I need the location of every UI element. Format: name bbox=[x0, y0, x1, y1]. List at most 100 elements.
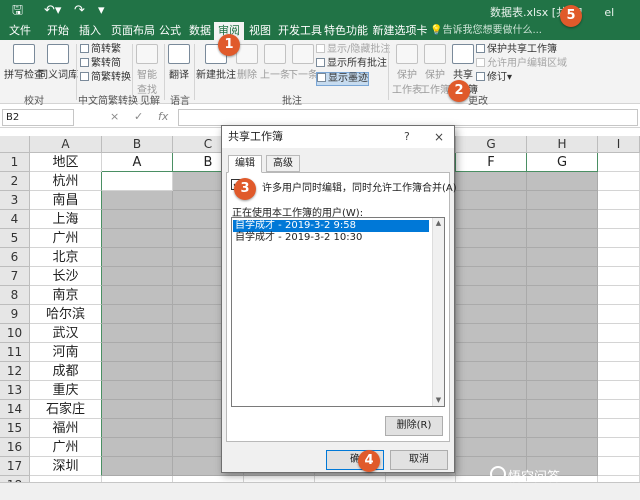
cell[interactable] bbox=[102, 362, 173, 381]
column-header[interactable]: B bbox=[102, 136, 173, 153]
next-comment-button[interactable]: 下一条 bbox=[288, 44, 318, 81]
tab-insert[interactable]: 插入 bbox=[76, 22, 104, 40]
cancel-button[interactable]: 取消 bbox=[390, 450, 448, 470]
cell[interactable] bbox=[598, 305, 640, 324]
cell[interactable] bbox=[598, 248, 640, 267]
row-header[interactable]: 4 bbox=[0, 210, 30, 229]
cell[interactable] bbox=[527, 324, 598, 343]
tab-data[interactable]: 数据 bbox=[186, 22, 214, 40]
row-header[interactable]: 3 bbox=[0, 191, 30, 210]
cell[interactable] bbox=[527, 438, 598, 457]
tab-page-layout[interactable]: 页面布局 bbox=[108, 22, 158, 40]
row-header[interactable]: 15 bbox=[0, 419, 30, 438]
list-item[interactable]: 自学成才 - 2019-3-2 9:58 bbox=[233, 220, 429, 232]
cell[interactable] bbox=[598, 438, 640, 457]
tab-special[interactable]: 特色功能 bbox=[324, 22, 368, 40]
list-item[interactable]: 自学成才 - 2019-3-2 10:30 bbox=[233, 232, 429, 244]
cell[interactable]: A bbox=[102, 153, 173, 172]
customize-icon[interactable]: ▾ bbox=[98, 3, 105, 19]
formula-input[interactable] bbox=[178, 109, 638, 126]
cell[interactable]: 武汉 bbox=[30, 324, 102, 343]
cell[interactable]: 石家庄 bbox=[30, 400, 102, 419]
cell[interactable] bbox=[456, 229, 527, 248]
cell[interactable] bbox=[456, 191, 527, 210]
show-ink-button[interactable]: 显示墨迹 bbox=[316, 72, 369, 86]
column-header[interactable]: G bbox=[456, 136, 527, 153]
cell[interactable] bbox=[456, 286, 527, 305]
remove-user-button[interactable]: 删除(R) bbox=[385, 416, 443, 436]
redo-icon[interactable]: ↷ bbox=[74, 3, 85, 19]
tab-home[interactable]: 开始 bbox=[44, 22, 72, 40]
row-header[interactable]: 10 bbox=[0, 324, 30, 343]
cell[interactable]: 成都 bbox=[30, 362, 102, 381]
allow-edit-ranges-button[interactable]: 允许用户编辑区域 bbox=[476, 58, 567, 70]
users-list[interactable]: 自学成才 - 2019-3-2 9:58 自学成才 - 2019-3-2 10:… bbox=[231, 217, 445, 407]
cell[interactable] bbox=[598, 191, 640, 210]
show-hide-comment-button[interactable]: 显示/隐藏批注 bbox=[316, 44, 390, 56]
cell[interactable] bbox=[102, 172, 173, 191]
name-box[interactable]: B2 bbox=[2, 109, 74, 126]
cell[interactable]: 重庆 bbox=[30, 381, 102, 400]
cell[interactable] bbox=[527, 362, 598, 381]
row-header[interactable]: 12 bbox=[0, 362, 30, 381]
translate-button[interactable]: 翻译 bbox=[168, 44, 190, 81]
cell[interactable] bbox=[102, 248, 173, 267]
cell[interactable]: 地区 bbox=[30, 153, 102, 172]
cell[interactable] bbox=[456, 400, 527, 419]
cell[interactable] bbox=[102, 229, 173, 248]
cancel-icon[interactable]: × bbox=[110, 110, 119, 123]
cell[interactable]: 广州 bbox=[30, 229, 102, 248]
cell[interactable] bbox=[598, 457, 640, 476]
cell[interactable] bbox=[456, 381, 527, 400]
row-header[interactable]: 7 bbox=[0, 267, 30, 286]
cell[interactable] bbox=[456, 248, 527, 267]
cell[interactable] bbox=[456, 362, 527, 381]
function-icon[interactable]: fx bbox=[158, 110, 168, 123]
cell[interactable]: 福州 bbox=[30, 419, 102, 438]
column-header[interactable]: H bbox=[527, 136, 598, 153]
cell[interactable]: 长沙 bbox=[30, 267, 102, 286]
cell[interactable] bbox=[102, 457, 173, 476]
cell[interactable] bbox=[598, 172, 640, 191]
cell[interactable]: 北京 bbox=[30, 248, 102, 267]
cell[interactable]: 南昌 bbox=[30, 191, 102, 210]
tab-new[interactable]: 新建选项卡 bbox=[372, 22, 428, 40]
tab-formulas[interactable]: 公式 bbox=[156, 22, 184, 40]
tab-file[interactable]: 文件 bbox=[6, 22, 34, 40]
cell[interactable] bbox=[102, 324, 173, 343]
cell[interactable] bbox=[456, 210, 527, 229]
cell[interactable] bbox=[456, 305, 527, 324]
cell[interactable] bbox=[456, 267, 527, 286]
cell[interactable] bbox=[102, 343, 173, 362]
track-changes-button[interactable]: 修订▾ bbox=[476, 72, 512, 84]
cell[interactable] bbox=[102, 191, 173, 210]
close-button[interactable]: × bbox=[434, 126, 444, 148]
cell[interactable] bbox=[102, 210, 173, 229]
row-header[interactable]: 14 bbox=[0, 400, 30, 419]
cell[interactable] bbox=[598, 324, 640, 343]
cell[interactable] bbox=[598, 400, 640, 419]
tab-edit[interactable]: 编辑 bbox=[228, 155, 262, 173]
cell[interactable] bbox=[598, 419, 640, 438]
protect-share-button[interactable]: 保护共享工作簿 bbox=[476, 44, 557, 56]
select-all-corner[interactable] bbox=[0, 136, 30, 153]
cell[interactable] bbox=[456, 419, 527, 438]
to-simplified-button[interactable]: 繁转简 bbox=[80, 58, 121, 70]
show-all-comments-button[interactable]: 显示所有批注 bbox=[316, 58, 387, 70]
protect-sheet-button[interactable]: 保护 工作表 bbox=[392, 44, 422, 96]
tab-view[interactable]: 视图 bbox=[246, 22, 274, 40]
row-header[interactable]: 1 bbox=[0, 153, 30, 172]
save-icon[interactable]: 🖫 bbox=[12, 3, 23, 19]
tab-developer[interactable]: 开发工具 bbox=[278, 22, 322, 40]
cell[interactable] bbox=[456, 172, 527, 191]
cell[interactable] bbox=[456, 438, 527, 457]
cell[interactable] bbox=[527, 305, 598, 324]
cell[interactable] bbox=[527, 381, 598, 400]
cell[interactable] bbox=[102, 381, 173, 400]
cell[interactable]: 上海 bbox=[30, 210, 102, 229]
cell[interactable] bbox=[527, 210, 598, 229]
cell[interactable] bbox=[102, 267, 173, 286]
cell[interactable]: 广州 bbox=[30, 438, 102, 457]
scroll-down-icon[interactable]: ▼ bbox=[433, 395, 444, 406]
cell[interactable] bbox=[527, 229, 598, 248]
